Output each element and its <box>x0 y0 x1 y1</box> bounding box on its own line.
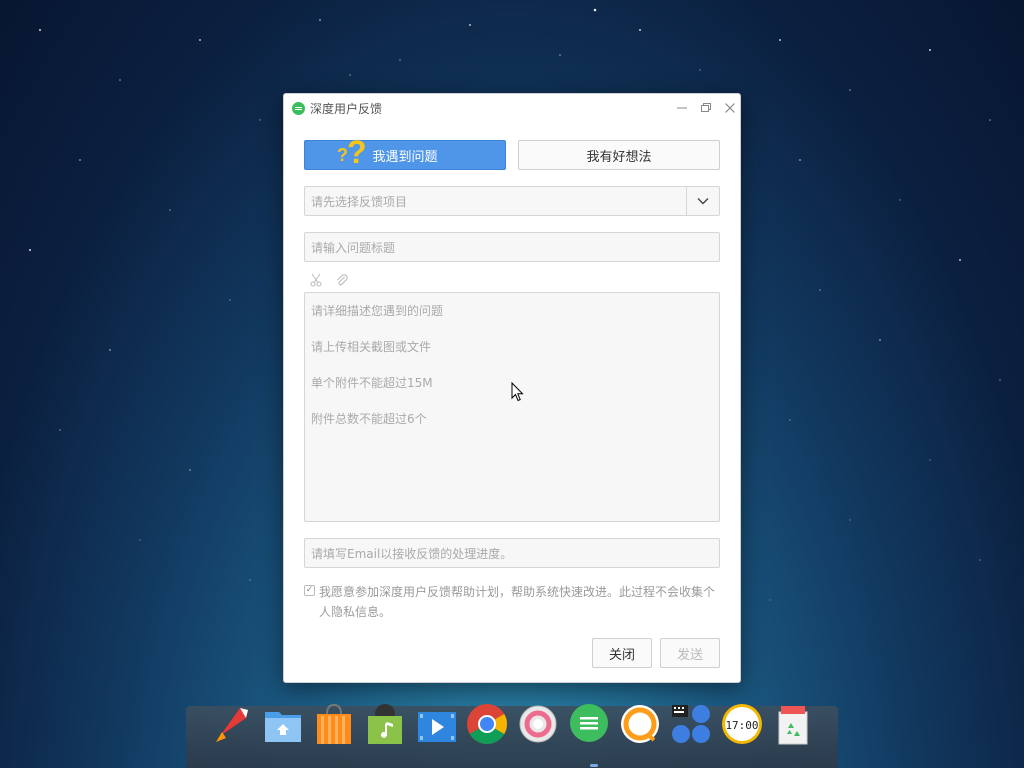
dock: 17:00 <box>186 700 838 768</box>
chrome-icon[interactable] <box>465 702 509 746</box>
launcher-icon[interactable] <box>210 702 254 746</box>
feedback-icon[interactable] <box>567 702 611 746</box>
trash-icon[interactable] <box>771 702 815 746</box>
browser-ring-icon[interactable] <box>618 702 662 746</box>
chevron-down-icon[interactable] <box>686 187 719 215</box>
window-title: 深度用户反馈 <box>310 102 383 116</box>
deepin-apps-icon[interactable] <box>669 702 713 746</box>
agreement-checkbox[interactable]: ✓ <box>304 585 315 596</box>
feedback-app-icon <box>292 102 305 115</box>
email-field[interactable]: 请填写Email以接收反馈的处理进度。 <box>304 538 720 568</box>
description-hint: 请详细描述您遇到的问题 <box>311 304 444 318</box>
title-input-placeholder: 请输入问题标题 <box>311 240 396 255</box>
file-manager-icon[interactable] <box>261 702 305 746</box>
project-select-placeholder: 请先选择反馈项目 <box>311 194 408 209</box>
tab-report-problem-label: 我遇到问题 <box>372 149 438 165</box>
titlebar[interactable]: 深度用户反馈 <box>284 94 740 122</box>
close-icon[interactable] <box>720 98 740 118</box>
agreement-text: 我愿意参加深度用户反馈帮助计划，帮助系统快速改进。此过程不会收集个人隐私信息。 <box>319 585 716 619</box>
send-button[interactable]: 发送 <box>660 638 720 668</box>
title-input[interactable]: 请输入问题标题 <box>304 232 720 262</box>
description-hint: 单个附件不能超过15M <box>311 376 433 390</box>
mouse-cursor-icon <box>511 382 524 402</box>
send-button-label: 发送 <box>676 647 703 663</box>
minimize-icon[interactable] <box>672 98 692 118</box>
close-button[interactable]: 关闭 <box>592 638 652 668</box>
screenshot-cut-icon[interactable] <box>308 272 324 288</box>
movie-icon[interactable] <box>414 702 458 746</box>
description-textarea[interactable]: 请详细描述您遇到的问题 请上传相关截图或文件 单个附件不能超过15M 附件总数不… <box>304 292 720 522</box>
dock-active-indicator <box>590 764 598 767</box>
app-store-icon[interactable] <box>312 702 356 746</box>
paperclip-icon[interactable] <box>334 272 350 288</box>
music-icon[interactable] <box>363 702 407 746</box>
tab-report-problem[interactable]: ? ? 我遇到问题 <box>304 134 506 170</box>
clock-icon[interactable]: 17:00 <box>720 702 764 746</box>
tab-suggest-idea[interactable]: 我有好想法 <box>518 140 720 170</box>
project-select[interactable]: 请先选择反馈项目 <box>304 186 720 216</box>
close-button-label: 关闭 <box>608 647 635 663</box>
tab-suggest-idea-label: 我有好想法 <box>586 149 652 165</box>
email-placeholder: 请填写Email以接收反馈的处理进度。 <box>311 546 513 561</box>
svg-text:?: ? <box>347 134 367 170</box>
description-hint: 附件总数不能超过6个 <box>311 412 427 426</box>
question-mark-icon: ? ? <box>337 134 367 170</box>
maximize-icon[interactable] <box>696 98 716 118</box>
clock-time-label: 17:00 <box>725 719 758 732</box>
settings-icon[interactable] <box>516 702 560 746</box>
description-hint: 请上传相关截图或文件 <box>311 340 432 354</box>
